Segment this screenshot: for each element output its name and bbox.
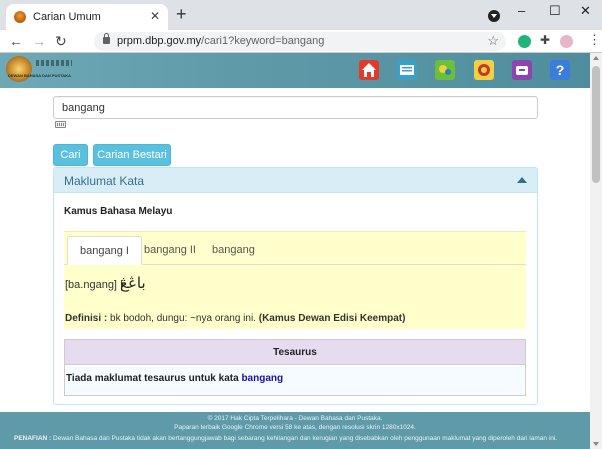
thesaurus-word-link[interactable]: bangang (241, 373, 283, 384)
window-close-button[interactable]: ✕ (580, 4, 591, 18)
tab-search-icon[interactable] (488, 10, 500, 22)
home-icon[interactable] (359, 60, 379, 80)
lock-icon[interactable] (103, 33, 110, 44)
browser-tab-strip: Carian Umum ✕ + – ☐ ✕ (0, 0, 602, 30)
dbp-logo[interactable] (6, 56, 32, 82)
panel-heading[interactable]: Maklumat Kata (54, 168, 537, 193)
back-button[interactable]: ← (9, 33, 23, 49)
logo-text: DEWAN BAHASA DAN PUSTAKA (8, 73, 71, 78)
site-header: DEWAN BAHASA DAN PUSTAKA ? (0, 53, 590, 88)
reload-button[interactable]: ↻ (55, 33, 67, 49)
dictionary-icon[interactable] (397, 60, 417, 80)
url-text: prpm.dbp.gov.my/cari1?keyword=bangang (117, 35, 325, 47)
browser-toolbar: ← → ↻ prpm.dbp.gov.my/cari1?keyword=bang… (0, 30, 602, 53)
page-scrollbar[interactable] (590, 53, 602, 449)
disclaimer: PENAFIAN : Dewan Bahasa dan Pustaka tida… (14, 435, 558, 442)
word-info-panel: Maklumat Kata Kamus Bahasa Melayu bangan… (53, 167, 538, 405)
search-input[interactable] (53, 96, 538, 119)
bookmark-star-icon[interactable]: ☆ (487, 33, 499, 49)
maximize-button[interactable]: ☐ (549, 4, 561, 18)
thesaurus-header: Tesaurus (65, 340, 525, 365)
chevron-up-icon[interactable] (517, 177, 527, 183)
scroll-down-arrow-icon[interactable] (593, 442, 599, 446)
dictionary-title: Kamus Bahasa Melayu (64, 206, 173, 217)
definition: Definisi : bk bodoh, dungu: ~nya orang i… (65, 313, 406, 324)
scrollbar-thumb[interactable] (592, 66, 600, 183)
copyright: © 2017 Hak Cipta Terpelihara - Dewan Bah… (207, 415, 383, 422)
tab-title: Carian Umum (33, 11, 101, 23)
forward-button[interactable]: → (32, 33, 46, 49)
pronunciation: [ba.ngang] | (65, 279, 123, 291)
jawi-spelling: باڠڠ (120, 274, 146, 292)
tab-bangang[interactable]: bangang (200, 236, 267, 265)
search-button[interactable]: Cari (53, 144, 88, 166)
grammarly-extension-icon[interactable] (518, 35, 531, 48)
thesaurus-message: Tiada maklumat tesaurus untuk kata banga… (66, 373, 284, 384)
mailbox-icon[interactable] (512, 60, 532, 80)
extensions-puzzle-icon[interactable]: ✚ (540, 34, 553, 47)
tab-bangang-2[interactable]: bangang II (132, 236, 208, 265)
profile-avatar-icon[interactable] (560, 35, 573, 48)
dictionary-result: bangang I bangang II bangang [ba.ngang] … (64, 231, 526, 329)
browser-note: Paparan terbaik Google Chrome versi 58 k… (174, 424, 416, 431)
site-favicon-icon (14, 11, 26, 23)
smart-search-button[interactable]: Carian Bestari (93, 144, 171, 166)
minimize-button[interactable]: – (518, 4, 525, 18)
emblem-icon[interactable] (474, 60, 494, 80)
panel-title: Maklumat Kata (64, 174, 145, 188)
scroll-up-arrow-icon[interactable] (593, 56, 599, 60)
map-icon[interactable] (435, 60, 455, 80)
address-bar[interactable]: prpm.dbp.gov.my/cari1?keyword=bangang ☆ (94, 32, 506, 51)
thesaurus-body: Tiada maklumat tesaurus untuk kata banga… (66, 366, 524, 395)
help-icon[interactable]: ? (550, 60, 570, 80)
logo-jawi-script (36, 60, 72, 66)
svg-text:?: ? (556, 62, 565, 78)
new-tab-button[interactable]: + (176, 5, 187, 23)
keyboard-icon[interactable] (55, 121, 66, 128)
thesaurus-table: Tesaurus Tiada maklumat tesaurus untuk k… (64, 339, 526, 396)
browser-menu-icon[interactable]: ⋮ (588, 33, 601, 47)
close-tab-icon[interactable]: ✕ (150, 10, 160, 22)
tab-bangang-1[interactable]: bangang I (67, 236, 142, 265)
site-footer: © 2017 Hak Cipta Terpelihara - Dewan Bah… (0, 412, 590, 449)
browser-tab[interactable]: Carian Umum ✕ (6, 4, 168, 30)
